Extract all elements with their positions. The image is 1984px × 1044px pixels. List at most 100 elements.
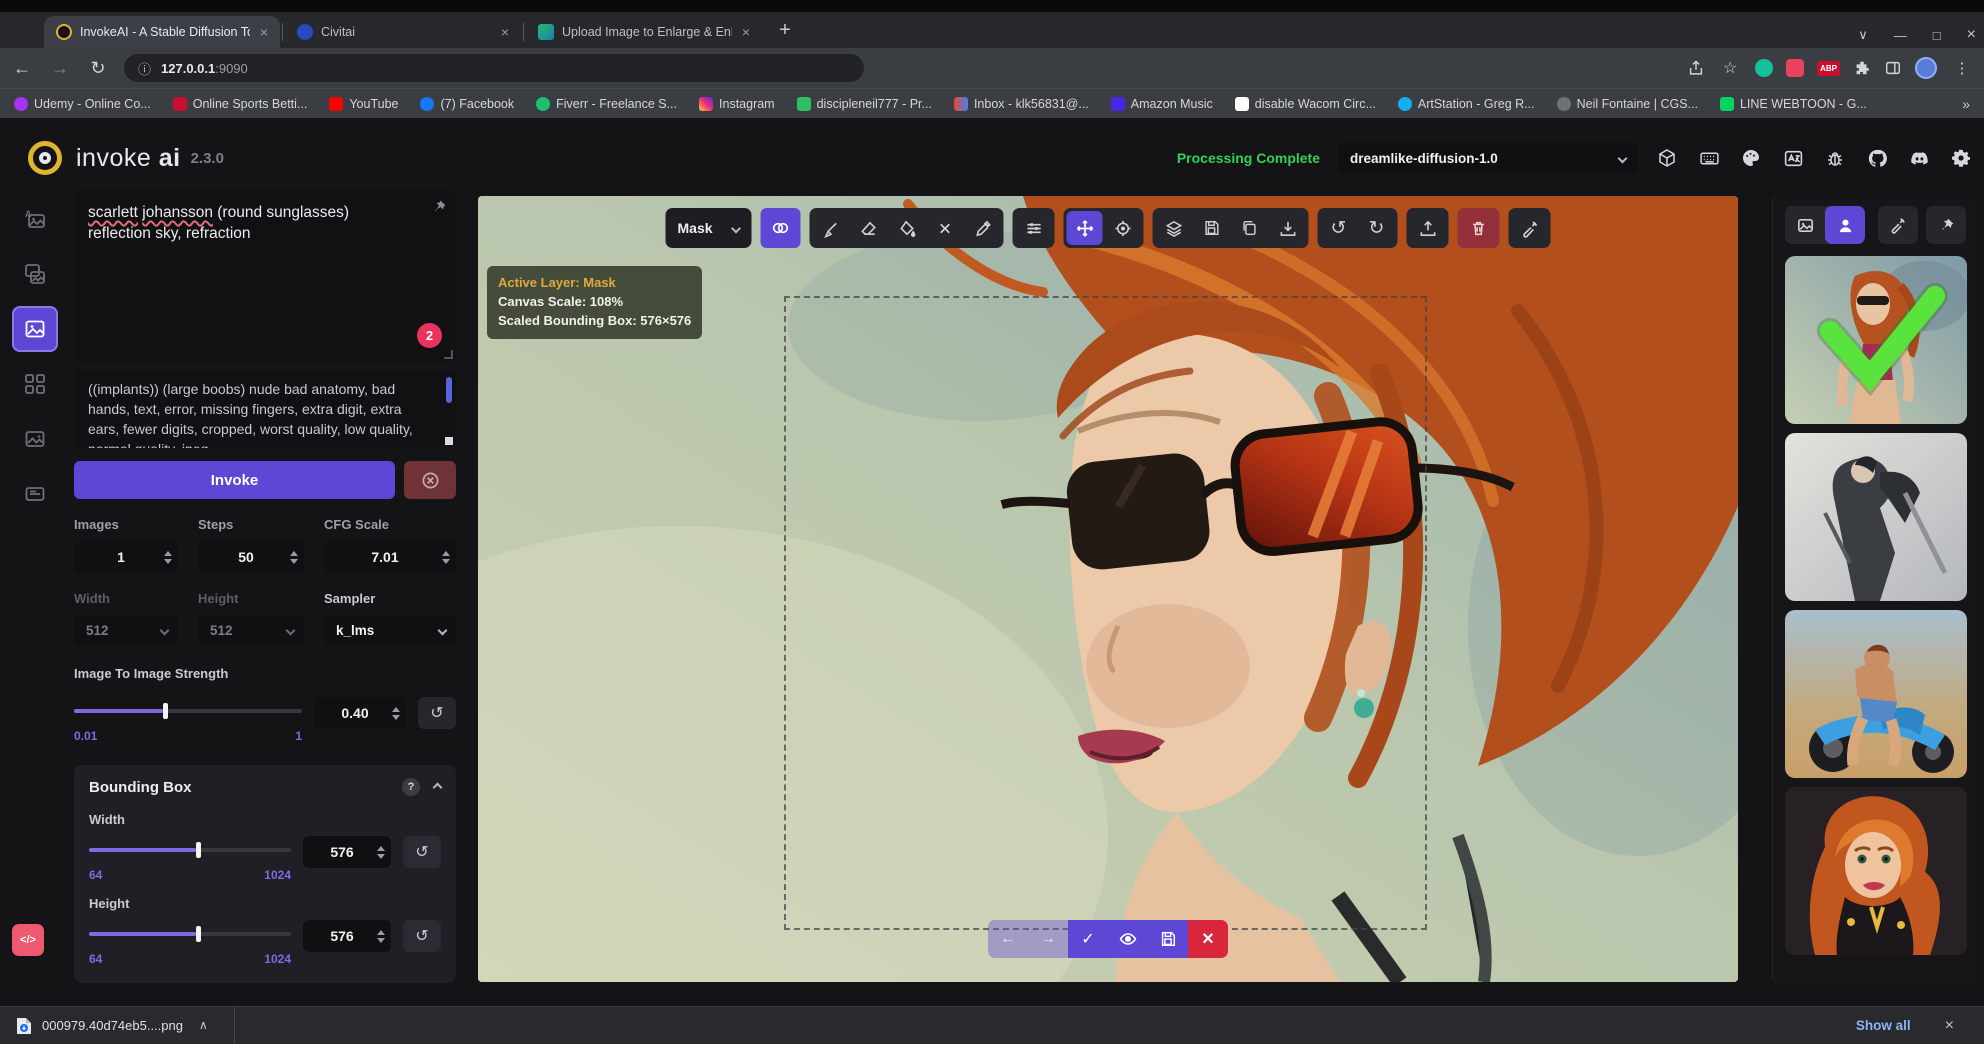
img2img-strength-slider[interactable] <box>74 701 302 727</box>
show-hide-staging-button[interactable] <box>1108 920 1148 958</box>
tab-close-icon[interactable]: × <box>740 24 752 40</box>
download-item[interactable]: 000979.40d74eb5....png ∨ <box>16 1017 208 1035</box>
download-bar-close-icon[interactable]: × <box>1945 1017 1954 1035</box>
accept-staging-button[interactable]: ✓ <box>1068 920 1108 958</box>
bbox-height-stepper[interactable]: 576 <box>303 920 391 952</box>
bbox-width-slider[interactable] <box>89 840 291 866</box>
save-to-gallery-icon[interactable] <box>1194 211 1230 245</box>
gallery-results-view-button[interactable] <box>1825 206 1865 244</box>
pin-icon[interactable] <box>431 199 447 215</box>
tab-image-to-image[interactable] <box>12 251 58 297</box>
extension-icon[interactable] <box>1786 59 1804 77</box>
mask-options-button[interactable] <box>761 208 801 248</box>
reset-view-icon[interactable] <box>1105 211 1141 245</box>
profile-avatar[interactable] <box>1915 57 1937 79</box>
tab-unified-canvas[interactable] <box>12 306 58 352</box>
window-maximize-button[interactable]: □ <box>1933 28 1941 43</box>
move-tool-icon[interactable] <box>1067 211 1103 245</box>
bookmark-inbox[interactable]: Inbox - klk56831@... <box>954 97 1089 111</box>
upload-image-icon[interactable] <box>1410 211 1446 245</box>
strength-reset-button[interactable]: ↺ <box>418 697 456 729</box>
bookmark-amazon-music[interactable]: Amazon Music <box>1111 97 1213 111</box>
brush-tool-icon[interactable] <box>813 211 849 245</box>
scrollbar-thumb[interactable] <box>446 377 452 403</box>
tab-upload-image[interactable]: Upload Image to Enlarge & Enha × <box>526 16 762 48</box>
browser-menu-icon[interactable]: ⋮ <box>1950 59 1974 77</box>
address-bar[interactable]: ⓘ 127.0.0.1:9090 <box>124 54 864 82</box>
gallery-thumbnail-approved[interactable] <box>1785 256 1967 424</box>
bbox-width-reset-button[interactable]: ↺ <box>403 836 441 868</box>
settings-gear-icon[interactable] <box>1950 147 1972 169</box>
bookmark-facebook[interactable]: (7) Facebook <box>420 97 514 111</box>
bbox-width-stepper[interactable]: 576 <box>303 836 391 868</box>
bookmarks-overflow-icon[interactable]: » <box>1962 96 1970 112</box>
extensions-puzzle-icon[interactable] <box>1853 59 1871 77</box>
copy-to-clipboard-icon[interactable] <box>1232 211 1268 245</box>
bookmark-discipleneil[interactable]: discipleneil777 - Pr... <box>797 97 932 111</box>
bookmark-artstation[interactable]: ArtStation - Greg R... <box>1398 97 1535 111</box>
forward-button[interactable]: → <box>48 58 72 79</box>
bookmark-fiverr[interactable]: Fiverr - Freelance S... <box>536 97 677 111</box>
tab-nodes[interactable] <box>12 361 58 407</box>
redo-button[interactable]: ↻ <box>1359 211 1395 245</box>
gallery-thumbnail-warrior[interactable] <box>1785 433 1967 601</box>
new-tab-button[interactable]: + <box>772 19 798 42</box>
adblock-extension-icon[interactable]: ABP <box>1817 61 1840 76</box>
previous-staging-image-button[interactable]: ← <box>988 920 1028 958</box>
eraser-tool-icon[interactable] <box>851 211 887 245</box>
cancel-button[interactable] <box>404 461 456 499</box>
tab-text-to-image[interactable]: A <box>12 196 58 242</box>
reload-button[interactable]: ↻ <box>86 58 110 79</box>
bookmark-star-icon[interactable]: ☆ <box>1718 58 1742 78</box>
github-icon[interactable] <box>1866 147 1888 169</box>
side-panel-icon[interactable] <box>1884 59 1902 77</box>
window-close-button[interactable]: × <box>1967 26 1976 44</box>
theme-palette-icon[interactable] <box>1740 147 1762 169</box>
window-minimize-button[interactable]: — <box>1894 28 1907 43</box>
height-select[interactable]: 512 <box>198 615 304 646</box>
model-manager-icon[interactable] <box>1656 147 1678 169</box>
bbox-height-slider[interactable] <box>89 924 291 950</box>
resize-grip-icon[interactable] <box>444 350 453 359</box>
prompt-textarea[interactable]: scarlett johansson (round sunglasses) re… <box>74 190 456 362</box>
discord-icon[interactable] <box>1908 147 1930 169</box>
share-icon[interactable] <box>1687 59 1705 77</box>
grammarly-extension-icon[interactable] <box>1755 59 1773 77</box>
steps-stepper[interactable]: 50 <box>198 541 304 573</box>
hotkeys-icon[interactable] <box>1698 147 1720 169</box>
undo-button[interactable]: ↺ <box>1321 211 1357 245</box>
canvas-settings-wrench-icon[interactable] <box>1512 211 1548 245</box>
discard-staging-button[interactable]: × <box>1188 920 1228 958</box>
download-chevron-icon[interactable]: ∨ <box>199 1019 208 1033</box>
unified-canvas[interactable]: Mask <box>478 196 1738 982</box>
sampler-select[interactable]: k_lms <box>324 615 456 646</box>
tab-post-processing[interactable] <box>12 416 58 462</box>
tab-close-icon[interactable]: × <box>258 24 270 40</box>
console-toggle-button[interactable]: </> <box>12 924 44 956</box>
report-bug-icon[interactable] <box>1824 147 1846 169</box>
bookmark-neil-fontaine[interactable]: Neil Fontaine | CGS... <box>1557 97 1698 111</box>
invoke-button[interactable]: Invoke <box>74 461 395 499</box>
gallery-pin-icon[interactable] <box>1926 206 1966 244</box>
width-select[interactable]: 512 <box>74 615 178 646</box>
language-icon[interactable] <box>1782 147 1804 169</box>
save-staging-button[interactable] <box>1148 920 1188 958</box>
bookmark-sports-betting[interactable]: Online Sports Betti... <box>173 97 308 111</box>
tab-invokeai[interactable]: InvokeAI - A Stable Diffusion Too × <box>44 16 280 48</box>
bookmark-instagram[interactable]: Instagram <box>699 97 775 111</box>
cfg-scale-stepper[interactable]: 7.01 <box>324 541 456 573</box>
strength-stepper[interactable]: 0.40 <box>314 697 406 729</box>
fill-bounding-box-icon[interactable] <box>889 211 925 245</box>
merge-layers-icon[interactable] <box>1156 211 1192 245</box>
clear-mask-icon[interactable] <box>927 211 963 245</box>
bookmark-line-webtoon[interactable]: LINE WEBTOON - G... <box>1720 97 1867 111</box>
tab-training[interactable] <box>12 471 58 517</box>
model-select[interactable]: dreamlike-diffusion-1.0 <box>1338 142 1638 174</box>
gallery-thumbnail-motorcycle[interactable] <box>1785 610 1967 778</box>
collapse-chevron-icon[interactable] <box>433 782 443 792</box>
gallery-settings-wrench-icon[interactable] <box>1878 206 1918 244</box>
tab-search-chevron-icon[interactable]: ∨ <box>1858 27 1868 43</box>
gallery-thumbnail-redhead[interactable] <box>1785 787 1967 955</box>
gallery-images-view-button[interactable] <box>1785 206 1825 244</box>
color-picker-icon[interactable] <box>965 211 1001 245</box>
